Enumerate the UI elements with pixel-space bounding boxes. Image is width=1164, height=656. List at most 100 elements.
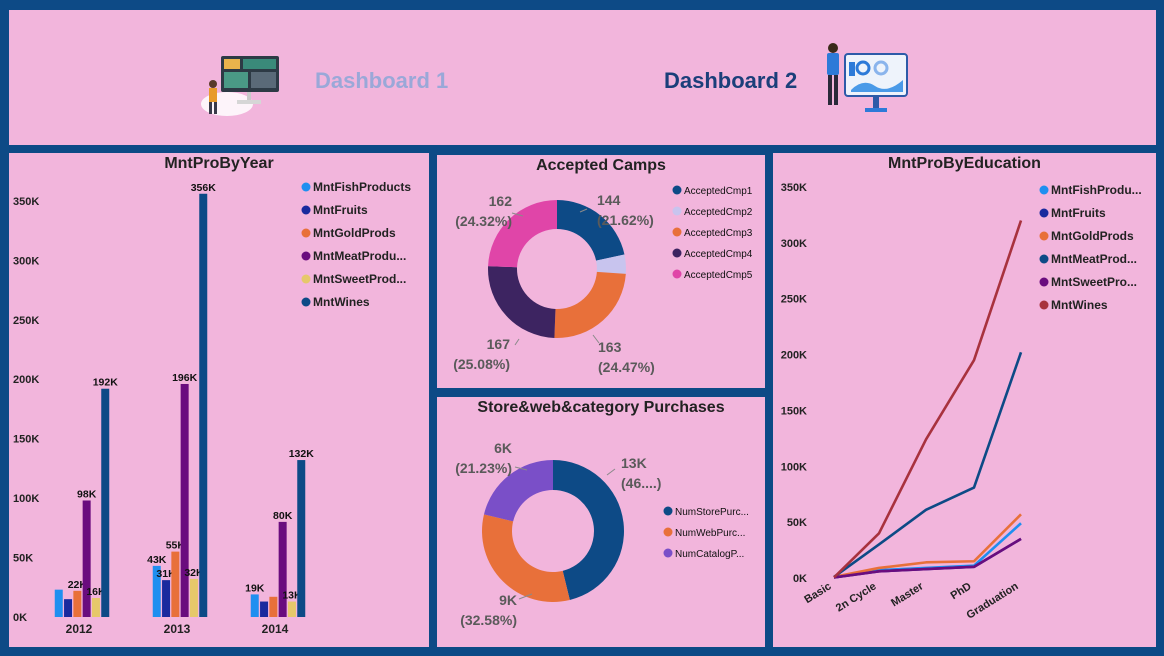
pie-slice	[482, 514, 570, 602]
legend-marker	[672, 248, 682, 258]
data-label: 192K	[93, 377, 119, 389]
dashboard1-link[interactable]: Dashboard 1	[315, 68, 448, 94]
y-tick-label: 150K	[781, 405, 807, 417]
legend-label: MntGoldProds	[1051, 229, 1134, 243]
bar	[260, 601, 269, 617]
bar	[199, 193, 208, 617]
bar	[297, 460, 306, 617]
legend-marker	[1039, 208, 1049, 218]
x-tick-label: 2013	[164, 622, 191, 636]
legend-marker	[301, 182, 311, 192]
legend-label: AcceptedCmp2	[684, 207, 753, 218]
x-tick-label: PhD	[949, 580, 974, 602]
slice-percent: (25.08%)	[453, 356, 510, 372]
data-label: 80K	[273, 510, 293, 522]
bar	[171, 551, 180, 617]
dashboard1-illustration-icon[interactable]	[197, 54, 287, 120]
pie-slice	[557, 200, 625, 261]
legend-marker	[301, 205, 311, 215]
y-tick-label: 200K	[13, 374, 39, 386]
legend-label: AcceptedCmp3	[684, 228, 753, 239]
legend-label: MntFruits	[313, 203, 368, 217]
bar	[91, 597, 100, 617]
data-label: 132K	[289, 448, 315, 460]
bar	[73, 590, 82, 617]
bar	[180, 383, 189, 617]
legend-marker	[1039, 231, 1049, 241]
slice-percent: (24.32%)	[455, 213, 512, 229]
leader-line	[514, 338, 520, 346]
x-tick-label: 2014	[262, 622, 289, 636]
y-tick-label: 0K	[13, 612, 27, 624]
bar	[189, 578, 198, 617]
legend-label: NumStorePurc...	[675, 507, 749, 518]
legend-label: MntMeatProdu...	[313, 249, 406, 263]
mnt-pro-by-year-chart: 0K50K100K150K200K250K300K350K22K98K16K19…	[13, 180, 411, 636]
bar	[287, 601, 296, 617]
y-tick-label: 100K	[781, 461, 807, 473]
legend-marker	[301, 251, 311, 261]
bar	[82, 500, 91, 617]
y-tick-label: 100K	[13, 493, 39, 505]
slice-label: 162	[489, 193, 513, 209]
bar	[278, 521, 287, 617]
legend-label: MntWines	[1051, 298, 1108, 312]
legend-label: MntMeatProd...	[1051, 252, 1137, 266]
data-label: 356K	[191, 182, 217, 194]
y-tick-label: 350K	[13, 196, 39, 208]
pie-slice	[554, 271, 626, 338]
slice-label: 163	[598, 339, 622, 355]
pie-slice	[488, 200, 557, 268]
y-tick-label: 50K	[13, 553, 33, 565]
slice-label: 144	[597, 192, 621, 208]
data-label: 19K	[245, 582, 265, 594]
y-tick-label: 350K	[781, 182, 807, 194]
slice-label: 13K	[621, 455, 647, 471]
bar	[269, 596, 278, 617]
x-tick-label: Basic	[802, 580, 833, 606]
slice-label: 9K	[499, 592, 517, 608]
slice-percent: (32.58%)	[460, 612, 517, 628]
series-line	[833, 220, 1023, 579]
legend-label: NumWebPurc...	[675, 528, 745, 539]
mnt-pro-by-year-panel: MntProByYear 0K 50K 100K 150K 200K 250K 300K 35…	[9, 153, 429, 647]
y-tick-label: 50K	[787, 517, 807, 529]
legend-marker	[672, 185, 682, 195]
bar	[64, 599, 73, 617]
legend-marker	[672, 206, 682, 216]
legend-marker	[301, 274, 311, 284]
legend-label: MntFruits	[1051, 206, 1106, 220]
bar	[101, 388, 110, 617]
x-tick-label: 2012	[66, 622, 93, 636]
y-tick-label: 150K	[13, 434, 39, 446]
legend-label: MntSweetProd...	[313, 272, 406, 286]
y-tick-label: 0K	[793, 573, 807, 585]
dashboard2-link[interactable]: Dashboard 2	[664, 68, 797, 94]
y-tick-label: 200K	[781, 350, 807, 362]
bar	[162, 580, 171, 617]
accepted-camps-panel: Accepted Camps 144 (21.62%) 163 (24.47%) 167…	[437, 155, 765, 388]
bar	[250, 594, 259, 617]
legend-label: AcceptedCmp4	[684, 249, 753, 260]
legend-label: MntWines	[313, 295, 370, 309]
slice-label: 167	[487, 336, 511, 352]
legend-marker	[301, 297, 311, 307]
slice-percent: (24.47%)	[598, 359, 655, 375]
store-web-category-panel: Store&web&category Purchases 13K (46....)…	[437, 397, 765, 647]
slice-percent: (46....)	[621, 475, 661, 491]
slice-percent: (21.62%)	[597, 212, 654, 228]
legend-label: MntSweetPro...	[1051, 275, 1137, 289]
legend-marker	[663, 548, 673, 558]
dashboard2-illustration-icon[interactable]	[819, 40, 911, 118]
pie-slice	[488, 266, 556, 338]
leader-line	[606, 468, 616, 476]
legend-label: NumCatalogP...	[675, 549, 744, 560]
legend-marker	[1039, 277, 1049, 287]
legend-marker	[672, 269, 682, 279]
slice-label: 6K	[494, 440, 512, 456]
data-label: 98K	[77, 488, 97, 500]
legend-marker	[663, 527, 673, 537]
header-banner: Dashboard 1 Dashboard 2	[9, 10, 1156, 145]
slice-percent: (21.23%)	[455, 460, 512, 476]
legend-marker	[663, 506, 673, 516]
